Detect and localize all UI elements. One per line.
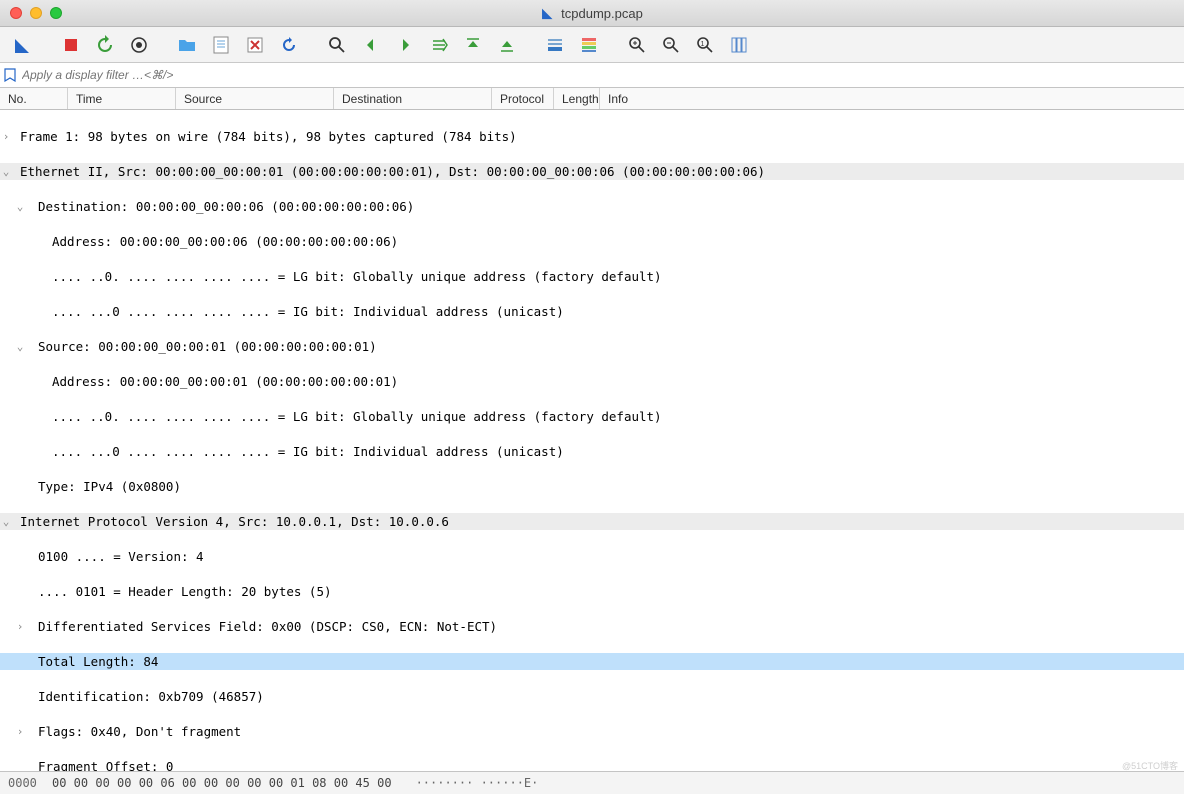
collapse-icon[interactable]: ⌄	[0, 163, 12, 181]
expand-icon[interactable]: ›	[14, 723, 26, 741]
hex-pane[interactable]: 0000 00 00 00 00 00 06 00 00 00 00 00 01…	[0, 771, 1184, 794]
packet-details-tree[interactable]: › Frame 1: 98 bytes on wire (784 bits), 9…	[0, 110, 1184, 771]
app-logo-icon[interactable]	[8, 31, 38, 59]
go-first-button[interactable]	[458, 31, 488, 59]
tree-field[interactable]: Internet Protocol Version 4, Src: 10.0.0…	[20, 513, 449, 531]
tree-field[interactable]: Fragment Offset: 0	[38, 758, 173, 772]
svg-text:1: 1	[701, 41, 705, 48]
tree-field[interactable]: Address: 00:00:00_00:00:01 (00:00:00:00:…	[52, 373, 398, 391]
tree-field[interactable]: Address: 00:00:00_00:00:06 (00:00:00:00:…	[52, 233, 398, 251]
colorize-button[interactable]	[574, 31, 604, 59]
window-maximize-button[interactable]	[50, 7, 62, 19]
go-forward-button[interactable]	[390, 31, 420, 59]
col-info[interactable]: Info	[600, 88, 1184, 109]
window-minimize-button[interactable]	[30, 7, 42, 19]
col-length[interactable]: Length	[554, 88, 600, 109]
tree-field[interactable]: Destination: 00:00:00_00:00:06 (00:00:00…	[38, 198, 414, 216]
zoom-out-button[interactable]	[656, 31, 686, 59]
display-filter-input[interactable]	[22, 68, 1180, 82]
tree-field[interactable]: .... ...0 .... .... .... .... = IG bit: …	[52, 443, 564, 461]
restart-capture-button[interactable]	[90, 31, 120, 59]
expand-icon[interactable]: ›	[0, 128, 12, 146]
col-time[interactable]: Time	[68, 88, 176, 109]
expand-icon[interactable]: ›	[14, 618, 26, 636]
tree-field[interactable]: .... 0101 = Header Length: 20 bytes (5)	[38, 583, 332, 601]
zoom-in-button[interactable]	[622, 31, 652, 59]
col-protocol[interactable]: Protocol	[492, 88, 554, 109]
tree-field[interactable]: .... ..0. .... .... .... .... = LG bit: …	[52, 268, 662, 286]
toolbar: 1	[0, 27, 1184, 63]
tree-field-selected[interactable]: Total Length: 84	[38, 653, 158, 671]
tree-field[interactable]: Identification: 0xb709 (46857)	[38, 688, 264, 706]
resize-columns-button[interactable]	[724, 31, 754, 59]
collapse-icon[interactable]: ⌄	[14, 198, 26, 216]
zoom-reset-button[interactable]: 1	[690, 31, 720, 59]
auto-scroll-button[interactable]	[540, 31, 570, 59]
go-to-packet-button[interactable]	[424, 31, 454, 59]
packet-list-header: No. Time Source Destination Protocol Len…	[0, 88, 1184, 110]
tree-field[interactable]: Type: IPv4 (0x0800)	[38, 478, 181, 496]
hex-ascii: ········ ······E·	[416, 776, 539, 790]
collapse-icon[interactable]: ⌄	[14, 338, 26, 356]
tree-field[interactable]: Ethernet II, Src: 00:00:00_00:00:01 (00:…	[20, 163, 765, 181]
find-packet-button[interactable]	[322, 31, 352, 59]
tree-field[interactable]: Differentiated Services Field: 0x00 (DSC…	[38, 618, 497, 636]
collapse-icon[interactable]: ⌄	[0, 513, 12, 531]
col-source[interactable]: Source	[176, 88, 334, 109]
go-back-button[interactable]	[356, 31, 386, 59]
tree-field[interactable]: Source: 00:00:00_00:00:01 (00:00:00:00:0…	[38, 338, 377, 356]
tree-field[interactable]: .... ..0. .... .... .... .... = LG bit: …	[52, 408, 662, 426]
hex-offset: 0000	[0, 776, 52, 790]
tree-field[interactable]: Flags: 0x40, Don't fragment	[38, 723, 241, 741]
tree-field[interactable]: .... ...0 .... .... .... .... = IG bit: …	[52, 303, 564, 321]
tree-field[interactable]: Frame 1: 98 bytes on wire (784 bits), 98…	[20, 128, 517, 146]
reload-file-button[interactable]	[274, 31, 304, 59]
tree-field[interactable]: 0100 .... = Version: 4	[38, 548, 204, 566]
titlebar: tcpdump.pcap	[0, 0, 1184, 27]
open-file-button[interactable]	[172, 31, 202, 59]
go-last-button[interactable]	[492, 31, 522, 59]
filter-bar	[0, 63, 1184, 88]
col-destination[interactable]: Destination	[334, 88, 492, 109]
capture-options-button[interactable]	[124, 31, 154, 59]
watermark: @51CTO博客	[1122, 759, 1178, 772]
hex-bytes: 00 00 00 00 00 06 00 00 00 00 00 01 08 0…	[52, 776, 416, 790]
col-no[interactable]: No.	[0, 88, 68, 109]
stop-capture-button[interactable]	[56, 31, 86, 59]
bookmark-icon[interactable]	[4, 68, 16, 82]
window-close-button[interactable]	[10, 7, 22, 19]
close-file-button[interactable]	[240, 31, 270, 59]
save-file-button[interactable]	[206, 31, 236, 59]
window-title: tcpdump.pcap	[561, 6, 643, 21]
app-fin-icon	[541, 6, 555, 20]
